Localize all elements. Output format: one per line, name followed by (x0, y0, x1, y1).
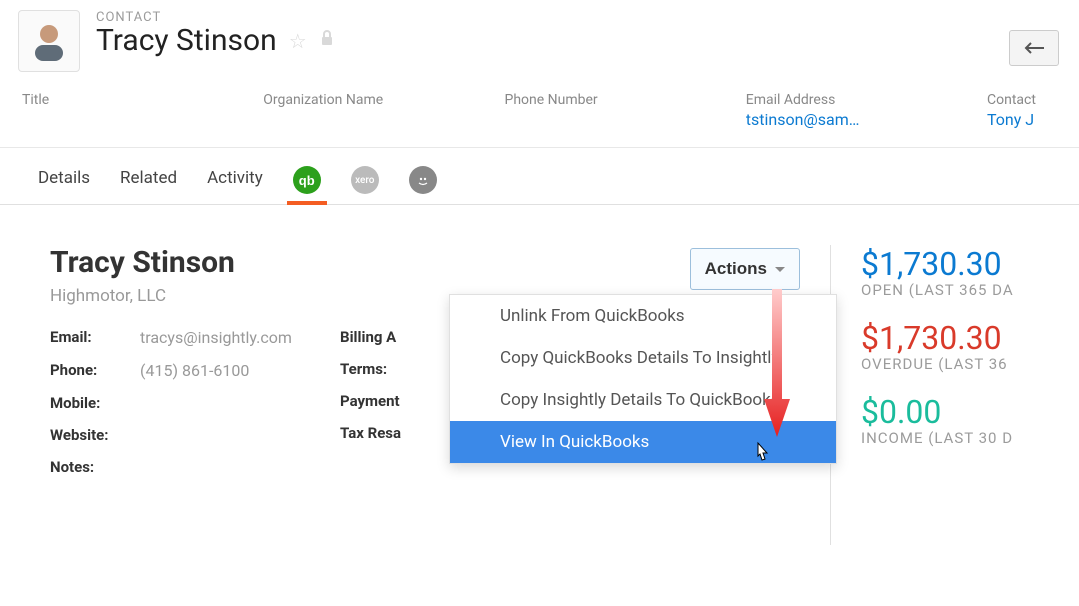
phone-label: Phone: (50, 361, 140, 380)
tab-details[interactable]: Details (38, 168, 90, 202)
tab-quickbooks[interactable]: qb (293, 166, 321, 204)
tab-activity[interactable]: Activity (207, 168, 263, 202)
action-copy-insightly-to-qb[interactable]: Copy Insightly Details To QuickBooks (450, 379, 836, 421)
action-view-in-quickbooks[interactable]: View In QuickBooks (450, 421, 836, 463)
lock-icon[interactable] (319, 30, 335, 51)
tab-xero[interactable]: xero (351, 166, 379, 204)
actions-button-label: Actions (705, 259, 767, 279)
tab-related[interactable]: Related (120, 168, 177, 202)
meta-phone-label: Phone Number (505, 92, 746, 108)
stat-overdue-value: $1,730.30 (861, 319, 1014, 357)
email-value: tracys@insightly.com (140, 328, 292, 347)
action-copy-qb-to-insightly[interactable]: Copy QuickBooks Details To Insightly (450, 337, 836, 379)
tabs: Details Related Activity qb xero (0, 148, 1079, 205)
tab-mailchimp[interactable] (409, 166, 437, 204)
star-icon[interactable]: ☆ (289, 29, 307, 53)
phone-value: (415) 861-6100 (140, 361, 249, 380)
meta-email-label: Email Address (746, 92, 987, 108)
payment-label: Payment (340, 392, 460, 410)
meta-title-label: Title (22, 92, 263, 108)
quickbooks-icon: qb (293, 166, 321, 194)
back-arrow-icon (1023, 41, 1045, 55)
stat-open-value: $1,730.30 (861, 245, 1014, 283)
meta-owner-value[interactable]: Tony J (987, 110, 1057, 129)
content-area: Tracy Stinson Highmotor, LLC Email: trac… (0, 205, 1079, 545)
notes-label: Notes: (50, 458, 140, 476)
stat-income-label: INCOME (LAST 30 D (861, 429, 1014, 447)
mailchimp-icon (409, 166, 437, 194)
xero-icon: xero (351, 166, 379, 194)
stats-panel: $1,730.30 OPEN (LAST 365 DA $1,730.30 OV… (861, 245, 1014, 545)
stat-overdue-label: OVERDUE (LAST 36 (861, 355, 1014, 373)
avatar-icon (27, 19, 71, 63)
email-label: Email: (50, 328, 140, 347)
meta-row: Title Organization Name Phone Number Ema… (0, 72, 1079, 148)
page-header: CONTACT Tracy Stinson ☆ (0, 0, 1079, 72)
stat-open-label: OPEN (LAST 365 DA (861, 281, 1014, 299)
terms-label: Terms: (340, 360, 460, 378)
meta-owner-label: Contact (987, 92, 1057, 108)
billing-label: Billing A (340, 328, 460, 346)
meta-email-value[interactable]: tstinson@sam… (746, 110, 987, 129)
tax-label: Tax Resa (340, 424, 460, 442)
meta-org-label: Organization Name (263, 92, 504, 108)
main-panel: Tracy Stinson Highmotor, LLC Email: trac… (50, 245, 830, 545)
back-button[interactable] (1009, 30, 1059, 66)
website-label: Website: (50, 426, 140, 444)
contact-name: Tracy Stinson (96, 23, 277, 58)
action-unlink[interactable]: Unlink From QuickBooks (450, 295, 836, 337)
mobile-label: Mobile: (50, 394, 140, 412)
avatar[interactable] (18, 10, 80, 72)
chevron-down-icon (775, 267, 785, 272)
actions-button[interactable]: Actions (690, 248, 800, 290)
stat-income-value: $0.00 (861, 393, 1014, 431)
actions-dropdown: Unlink From QuickBooks Copy QuickBooks D… (449, 294, 837, 464)
